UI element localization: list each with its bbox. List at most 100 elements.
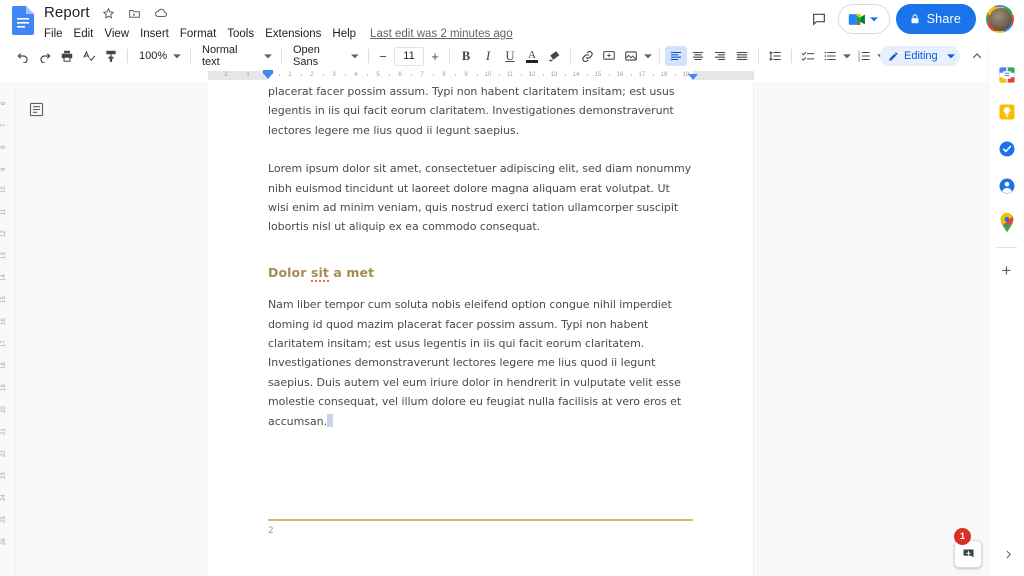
google-keep-icon[interactable] <box>989 93 1024 130</box>
ruler-label: 12 <box>528 72 536 78</box>
align-center-icon[interactable] <box>687 46 709 66</box>
left-pane <box>16 82 208 576</box>
google-maps-icon[interactable] <box>989 204 1024 241</box>
ruler-label: 9 <box>464 72 468 78</box>
vruler-label: 11 <box>1 208 7 215</box>
insert-comment-icon[interactable] <box>598 46 620 66</box>
font-family-selector[interactable]: Open Sans <box>287 44 363 68</box>
horizontal-ruler[interactable]: 2 1 1 2 3 4 5 6 7 8 9 10 11 12 13 14 15 … <box>208 68 754 82</box>
cloud-saved-icon[interactable] <box>152 4 170 22</box>
ruler-minor-tick <box>631 74 632 76</box>
ruler-minor-tick <box>301 74 302 76</box>
paragraph[interactable]: Lorem ipsum dolor sit amet, consectetuer… <box>268 159 693 237</box>
ruler-label: 6 <box>398 72 402 78</box>
document-body[interactable]: placerat facer possim assum. Typi non ha… <box>268 82 693 431</box>
align-left-icon[interactable] <box>665 46 687 66</box>
bold-button[interactable]: B <box>455 46 477 66</box>
paragraph-text: Nam liber tempor cum soluta nobis eleife… <box>268 298 682 428</box>
ruler-label: 1 <box>288 72 292 78</box>
header-actions: Share <box>804 4 1014 34</box>
text-color-swatch <box>526 59 538 63</box>
google-calendar-icon[interactable] <box>989 56 1024 93</box>
bulleted-list-dropdown-icon[interactable] <box>841 46 853 66</box>
menu-insert[interactable]: Insert <box>135 24 175 44</box>
vruler-label: 18 <box>1 362 7 369</box>
vruler-label: 14 <box>1 274 7 281</box>
title-and-menu-block: Report File Edit View Insert Format Tool… <box>42 3 513 44</box>
menu-help[interactable]: Help <box>327 24 362 44</box>
vruler-label: 17 <box>1 340 7 347</box>
title-row: Report <box>42 3 513 23</box>
menu-format[interactable]: Format <box>175 24 222 44</box>
google-docs-logo-icon[interactable] <box>12 6 34 35</box>
vruler-label: 9 <box>1 167 7 171</box>
paragraph-style-selector[interactable]: Normal text <box>196 44 276 68</box>
google-docs-window: Report File Edit View Insert Format Tool… <box>0 0 1024 576</box>
insert-image-icon[interactable] <box>620 46 642 66</box>
menu-view[interactable]: View <box>99 24 135 44</box>
vertical-ruler[interactable]: 6 7 8 9 10 11 12 13 14 15 16 17 18 19 20… <box>0 82 16 576</box>
spellcheck-icon[interactable] <box>78 46 100 66</box>
editing-mode-label: Editing <box>904 50 938 62</box>
explore-notification-badge: 1 <box>954 528 971 545</box>
menu-edit[interactable]: Edit <box>69 24 100 44</box>
bulleted-list-icon[interactable] <box>819 46 841 66</box>
paragraph[interactable]: placerat facer possim assum. Typi non ha… <box>268 82 693 140</box>
star-icon[interactable] <box>100 4 118 22</box>
expand-side-panel-icon[interactable] <box>998 544 1018 564</box>
paragraph[interactable]: Nam liber tempor cum soluta nobis eleife… <box>268 295 693 431</box>
google-tasks-icon[interactable] <box>989 130 1024 167</box>
menu-tools[interactable]: Tools <box>222 24 260 44</box>
document-title[interactable]: Report <box>42 3 92 23</box>
move-to-folder-icon[interactable] <box>126 4 144 22</box>
toolbar-divider <box>758 49 759 63</box>
show-document-outline-icon[interactable] <box>22 95 50 123</box>
font-size-input[interactable]: 11 <box>394 46 424 66</box>
left-indent-marker[interactable] <box>263 73 273 79</box>
numbered-list-icon[interactable]: 1 2 3 <box>853 46 875 66</box>
checklist-icon[interactable] <box>797 46 819 66</box>
user-avatar[interactable] <box>986 5 1014 33</box>
zoom-selector[interactable]: 100% <box>133 46 185 66</box>
line-spacing-icon[interactable] <box>764 46 786 66</box>
paint-format-icon[interactable] <box>100 46 122 66</box>
section-heading[interactable]: Dolor sit a met <box>268 263 693 282</box>
align-right-icon[interactable] <box>709 46 731 66</box>
vruler-label: 13 <box>1 252 7 259</box>
document-page[interactable]: placerat facer possim assum. Typi non ha… <box>208 82 753 576</box>
open-comment-history-icon[interactable] <box>804 4 834 34</box>
undo-icon[interactable] <box>12 46 34 66</box>
vruler-label: 26 <box>1 538 7 545</box>
page-number[interactable]: 2 <box>268 526 274 536</box>
collapse-toolbar-icon[interactable] <box>966 46 988 66</box>
toolbar-divider <box>281 49 282 63</box>
share-button[interactable]: Share <box>895 4 976 34</box>
ruler-minor-tick <box>543 74 544 76</box>
insert-link-icon[interactable] <box>576 46 598 66</box>
menu-file[interactable]: File <box>42 24 69 44</box>
google-contacts-icon[interactable] <box>989 167 1024 204</box>
google-meet-button[interactable] <box>837 4 890 34</box>
vruler-label: 24 <box>1 494 7 501</box>
editing-mode-selector[interactable]: Editing <box>880 46 960 66</box>
menu-extensions[interactable]: Extensions <box>260 24 327 44</box>
highlight-color-icon[interactable] <box>543 46 565 66</box>
misspelled-word[interactable]: sit <box>310 264 329 282</box>
redo-icon[interactable] <box>34 46 56 66</box>
right-indent-marker[interactable] <box>688 74 698 80</box>
insert-image-dropdown-icon[interactable] <box>642 46 654 66</box>
text-color-button[interactable]: A <box>521 46 543 66</box>
document-canvas[interactable]: placerat facer possim assum. Typi non ha… <box>208 82 994 576</box>
italic-button[interactable]: I <box>477 46 499 66</box>
last-edit-status[interactable]: Last edit was 2 minutes ago <box>370 26 513 42</box>
align-justify-icon[interactable] <box>731 46 753 66</box>
vruler-label: 20 <box>1 406 7 413</box>
ruler-label: 18 <box>660 72 668 78</box>
add-side-panel-app-button[interactable]: + <box>989 254 1024 288</box>
print-icon[interactable] <box>56 46 78 66</box>
increase-font-size-button[interactable]: + <box>426 47 444 65</box>
underline-button[interactable]: U <box>499 46 521 66</box>
ruler-minor-tick <box>521 74 522 76</box>
vruler-label: 22 <box>1 450 7 457</box>
decrease-font-size-button[interactable]: − <box>374 47 392 65</box>
